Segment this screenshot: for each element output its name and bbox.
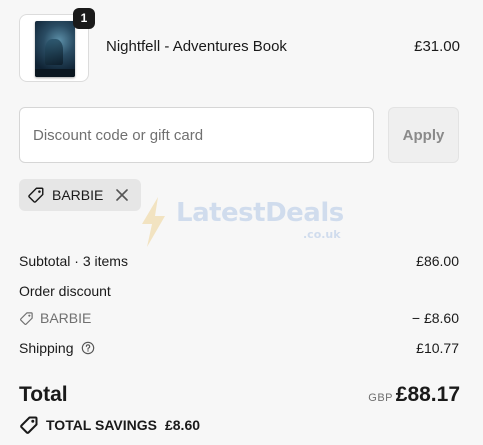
order-discount-label: Order discount xyxy=(19,283,111,299)
total-label: Total xyxy=(19,383,68,406)
watermark-brand: LatestDeals xyxy=(176,198,344,228)
watermark-suffix: .co.uk xyxy=(303,228,341,241)
discount-code-row: BARBIE − £8.60 xyxy=(19,310,459,326)
savings-label: TOTAL SAVINGS xyxy=(46,417,157,433)
tag-icon xyxy=(20,416,38,434)
order-summary: 1 Nightfell - Adventures Book £31.00 App… xyxy=(0,0,483,445)
savings-amount: £8.60 xyxy=(164,417,201,433)
tag-icon xyxy=(20,311,33,325)
discount-code-label: BARBIE xyxy=(40,310,92,326)
question-circle-icon[interactable] xyxy=(81,341,95,355)
latestdeals-watermark: LatestDeals .co.uk xyxy=(138,196,348,248)
book-cover-image xyxy=(35,21,75,77)
subtotal-label: Subtotal · 3 items xyxy=(19,253,128,269)
subtotal-row: Subtotal · 3 items £86.00 xyxy=(19,253,459,269)
lightning-bolt-icon xyxy=(142,197,165,247)
total-currency: GBP xyxy=(368,392,393,404)
discount-code-input[interactable] xyxy=(19,107,374,163)
close-icon xyxy=(116,189,129,201)
discount-value: − £8.60 xyxy=(411,310,459,326)
shipping-value: £10.77 xyxy=(416,340,459,356)
total-amount: £88.17 xyxy=(395,383,460,406)
applied-code-label: BARBIE xyxy=(52,187,104,203)
order-discount-row: Order discount xyxy=(19,283,459,299)
apply-button[interactable]: Apply xyxy=(388,107,459,163)
shipping-row: Shipping £10.77 xyxy=(19,340,459,356)
remove-discount-button[interactable] xyxy=(113,186,131,204)
product-name: Nightfell - Adventures Book xyxy=(106,38,287,55)
subtotal-value: £86.00 xyxy=(416,253,459,269)
quantity-badge: 1 xyxy=(73,8,95,29)
applied-discount-chip: BARBIE xyxy=(19,179,142,211)
total-savings: TOTAL SAVINGS £8.60 xyxy=(19,415,200,435)
shipping-label: Shipping xyxy=(19,340,74,356)
product-price: £31.00 xyxy=(414,38,460,55)
tag-icon xyxy=(28,187,44,203)
